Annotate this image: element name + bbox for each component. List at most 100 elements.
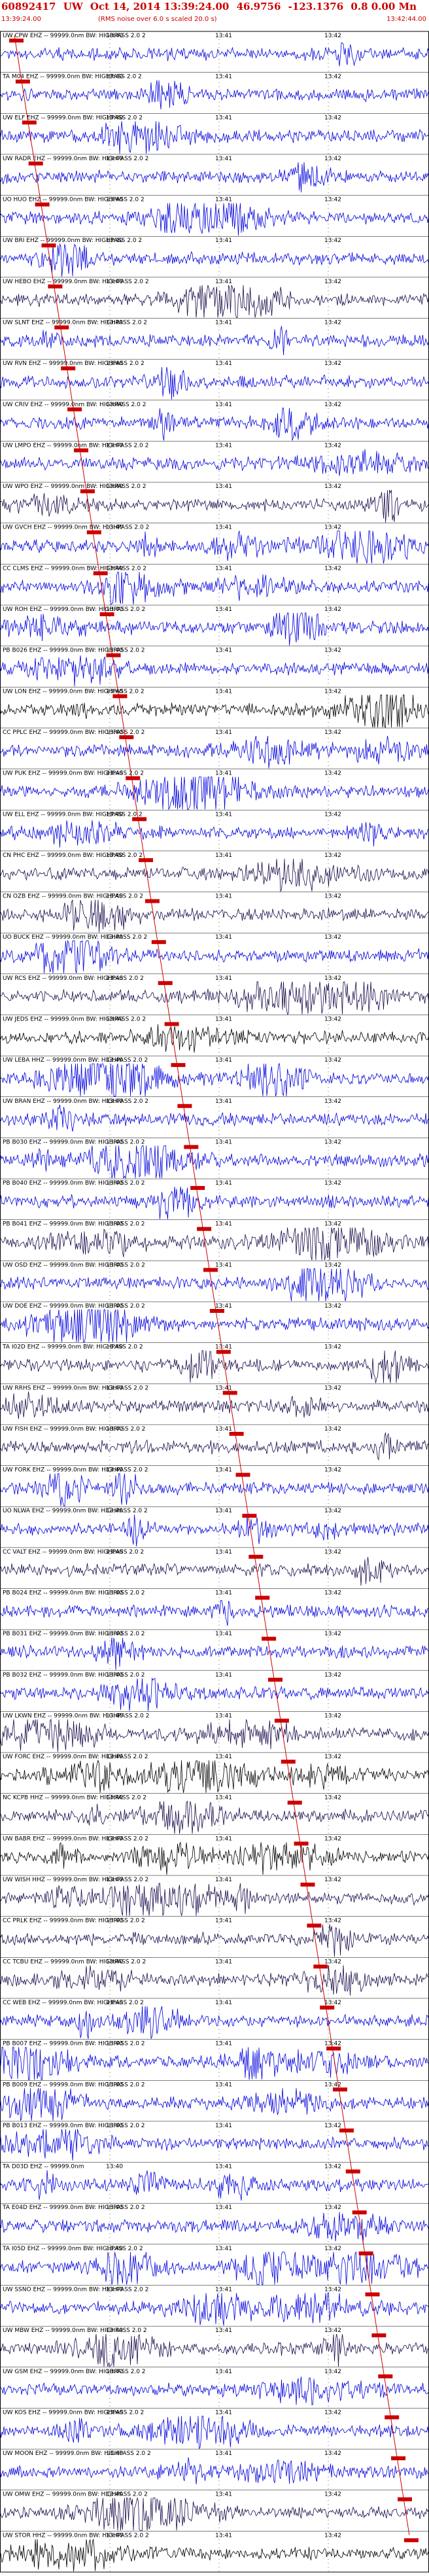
time-tick-label: 13:42 (324, 975, 341, 982)
time-tick-label: 13:42 (324, 565, 341, 572)
waveform-trace (0, 2497, 429, 2531)
time-tick-label: 13:42 (324, 2492, 341, 2498)
time-tick-label: 13:41 (215, 1057, 232, 1064)
waveform-trace (0, 776, 429, 810)
time-tick-label: 13:41 (215, 729, 232, 736)
time-tick-label: 13:42 (324, 1713, 341, 1719)
time-tick-label: 13:40 (106, 1385, 123, 1391)
time-tick-label: 13:41 (215, 1836, 232, 1842)
station-label: UW OSD EHZ -- 99999.0nm BW: HIGHPASS 2.0… (3, 1262, 145, 1268)
trace-row: UW LKWN EHZ -- 99999.0nm BW: HIGHPASS 2.… (0, 1711, 429, 1752)
time-tick-label: 13:41 (215, 1303, 232, 1310)
waveform-trace (0, 2415, 429, 2450)
station-label: UW RVN EHZ -- 99999.0nm BW: HIGHPASS 2.0… (3, 360, 145, 367)
pick-marker (320, 2005, 335, 2010)
time-tick-label: 13:42 (324, 442, 341, 449)
waveform-trace (0, 285, 429, 318)
waveform-trace (0, 42, 429, 67)
station-label: PB B041 EHZ -- 99999.0nm BW: HIGHPASS 2.… (3, 1221, 145, 1228)
pick-marker (61, 366, 76, 371)
pick-marker (48, 284, 63, 288)
time-tick-label: 13:42 (324, 1057, 341, 1064)
pick-marker (281, 1760, 296, 1764)
pick-marker (313, 1964, 328, 1969)
time-tick-label: 13:42 (324, 934, 341, 941)
waveform-trace (0, 1473, 429, 1506)
trace-row: UW OSD EHZ -- 99999.0nm BW: HIGHPASS 2.0… (0, 1261, 429, 1302)
station-label: PB B040 EHZ -- 99999.0nm BW: HIGHPASS 2.… (3, 1180, 145, 1187)
station-label: CC TCBU EHZ -- 99999.0nm BW: HIGHPASS 2.… (3, 1958, 146, 1965)
time-tick-label: 13:40 (106, 2081, 123, 2088)
time-tick-label: 13:41 (215, 1262, 232, 1268)
time-tick-label: 13:42 (324, 279, 341, 285)
time-tick-label: 13:40 (106, 1836, 123, 1842)
trace-row: UW RADR EHZ -- 99999.0nm BW: HIGHPASS 2.… (0, 154, 429, 193)
time-tick-label: 13:40 (106, 1303, 123, 1310)
time-tick-label: 13:40 (106, 975, 123, 982)
time-tick-label: 13:40 (106, 1221, 123, 1228)
time-tick-label: 13:40 (106, 811, 123, 818)
pick-marker (171, 1063, 186, 1068)
pick-marker (35, 202, 50, 207)
time-tick-label: 13:41 (215, 2450, 232, 2457)
waveform-trace (0, 1599, 429, 1626)
waveform-trace (0, 571, 429, 605)
time-tick-label: 13:40 (106, 320, 123, 326)
waveform-trace (0, 2006, 429, 2039)
time-tick-label: 13:40 (106, 279, 123, 285)
time-tick-label: 13:42 (324, 606, 341, 613)
trace-row: PB B007 EHZ -- 99999.0nm BW: HIGHPASS 2.… (0, 2039, 429, 2080)
time-tick-label: 13:42 (324, 2123, 341, 2129)
pick-marker (378, 2374, 393, 2378)
time-tick-label: 13:41 (215, 2492, 232, 2498)
time-tick-label: 13:42 (324, 1754, 341, 1760)
time-tick-label: 13:42 (324, 1958, 341, 1965)
time-tick-label: 13:41 (215, 1958, 232, 1965)
pick-marker (126, 776, 141, 780)
pick-marker (22, 120, 37, 125)
station-label: UW CPW EHZ -- 99999.0nm BW: HIGHPASS 2.0… (3, 33, 146, 39)
trace-row: UO NLWA EHZ -- 99999.0nm BW: HIGHPASS 2.… (0, 1506, 429, 1546)
station-label: UW DOE EHZ -- 99999.0nm BW: HIGHPASS 2.0… (3, 1303, 145, 1310)
time-tick-label: 13:40 (106, 1877, 123, 1883)
time-tick-label: 13:40 (106, 1754, 123, 1760)
pick-marker (119, 735, 134, 739)
station-label: CC CLMS EHZ -- 99999.0nm BW: HIGHPASS 2.… (3, 565, 146, 572)
pick-marker (268, 1677, 283, 1682)
time-tick-label: 13:40 (106, 2286, 123, 2293)
waveform-trace (0, 1965, 429, 1996)
time-tick-label: 13:40 (106, 1672, 123, 1679)
waveform-trace (0, 1759, 429, 1793)
time-tick-label: 13:42 (324, 2041, 341, 2047)
trace-row: UW DOE EHZ -- 99999.0nm BW: HIGHPASS 2.0… (0, 1301, 429, 1343)
waveform-trace (0, 2212, 429, 2244)
station-label: UO NLWA EHZ -- 99999.0nm BW: HIGHPASS 2.… (3, 1508, 148, 1514)
time-tick-label: 13:41 (215, 565, 232, 572)
trace-row: UW FISH EHZ -- 99999.0nm BW: HIGHPASS 2.… (0, 1424, 429, 1461)
time-tick-label: 13:42 (324, 1508, 341, 1514)
station-label: UW FORC EHZ -- 99999.0nm BW: HIGHPASS 2.… (3, 1754, 148, 1760)
waveform-trace (0, 1187, 429, 1219)
time-tick-label: 13:40 (106, 648, 123, 654)
time-tick-label: 13:42 (324, 1590, 341, 1597)
trace-row: UW ELL EHZ -- 99999.0nm BW: HIGHPASS 2.0… (0, 810, 429, 848)
trace-row: PB B031 EHZ -- 99999.0nm BW: HIGHPASS 2.… (0, 1629, 429, 1670)
waveform-trace (0, 655, 429, 687)
time-tick-label: 13:41 (215, 74, 232, 80)
trace-row: UO BUCK EHZ -- 99999.0nm BW: HIGHPASS 2.… (0, 932, 429, 973)
pick-marker (15, 79, 30, 84)
station-label: UW GVCH EHZ -- 99999.0nm BW: HIGHPASS 2.… (3, 525, 149, 531)
waveform-trace (0, 2129, 429, 2161)
time-tick-label: 13:42 (324, 894, 341, 900)
time-tick-label: 13:42 (324, 2286, 341, 2293)
time-tick-label: 13:40 (106, 74, 123, 80)
time-tick-label: 13:41 (215, 1016, 232, 1022)
waveform-trace (0, 2251, 429, 2285)
pick-marker (184, 1145, 199, 1149)
time-tick-label: 13:41 (215, 1426, 232, 1433)
time-tick-label: 13:41 (215, 2164, 232, 2170)
trace-row: UW ROH EHZ -- 99999.0nm BW: HIGHPASS 2.0… (0, 604, 429, 646)
waveform-trace (0, 243, 429, 277)
time-tick-label: 13:41 (215, 2204, 232, 2211)
pick-marker (262, 1637, 277, 1641)
